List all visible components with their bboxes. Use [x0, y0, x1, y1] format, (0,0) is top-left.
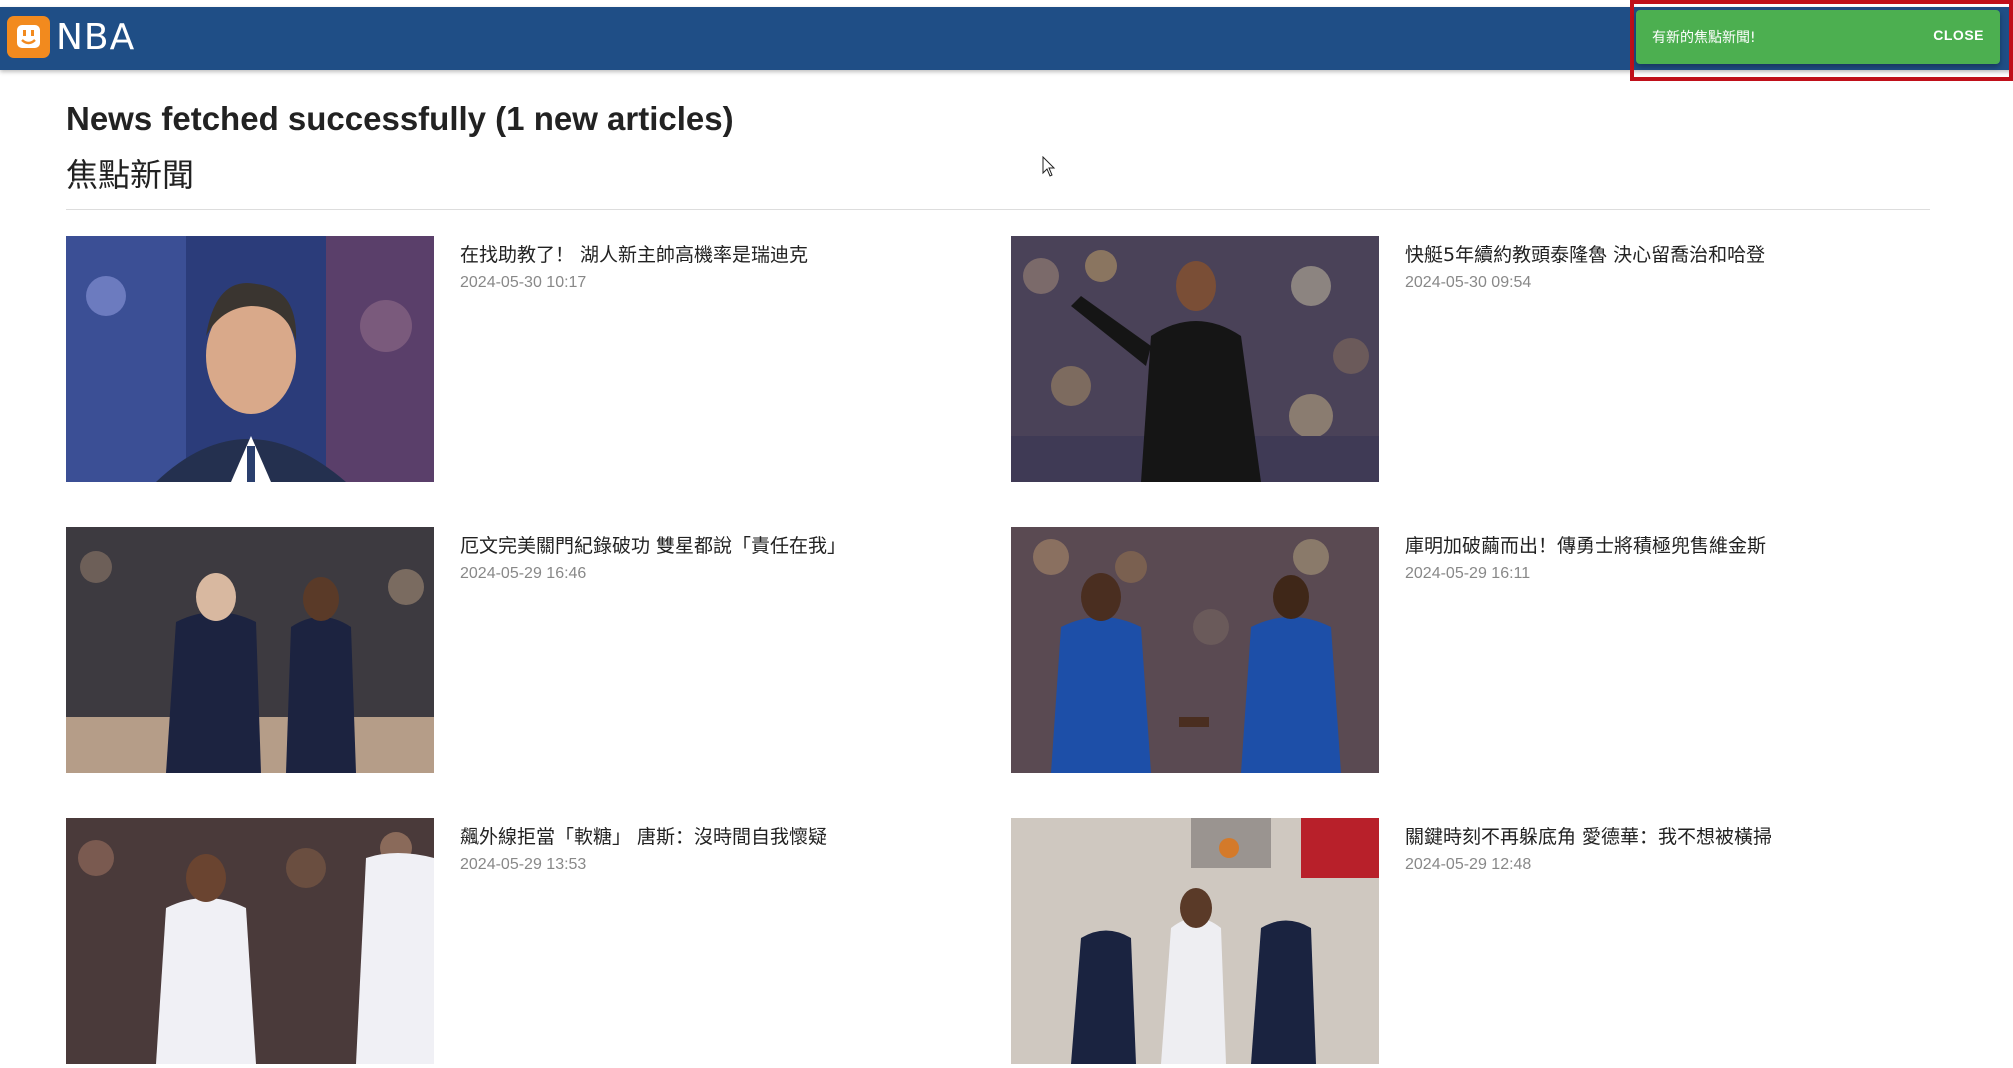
- article-title[interactable]: 快艇5年續約教頭泰隆魯 決心留喬治和哈登: [1405, 240, 1765, 267]
- article-image[interactable]: [66, 527, 434, 773]
- article-time: 2024-05-29 12:48: [1405, 856, 1532, 873]
- toast-close-button[interactable]: CLOSE: [1933, 27, 1984, 43]
- article-card[interactable]: 庫明加破繭而出！傳勇士將積極兜售維金斯 2024-05-29 16:11: [1011, 527, 1911, 777]
- article-card[interactable]: 飆外線拒當「軟糖」 唐斯：沒時間自我懷疑 2024-05-29 13:53: [66, 818, 966, 1068]
- app-logo-icon[interactable]: [7, 16, 50, 58]
- article-image[interactable]: [1011, 527, 1379, 773]
- article-card[interactable]: 快艇5年續約教頭泰隆魯 決心留喬治和哈登 2024-05-30 09:54: [1011, 236, 1911, 486]
- article-image[interactable]: [1011, 236, 1379, 482]
- toast-message: 有新的焦點新聞!: [1652, 30, 1756, 46]
- mouse-cursor-icon: [1042, 155, 1056, 183]
- app-brand[interactable]: NBA: [56, 18, 135, 58]
- article-card[interactable]: 在找助教了！ 湖人新主帥高機率是瑞迪克 2024-05-30 10:17: [66, 236, 966, 486]
- article-title[interactable]: 在找助教了！ 湖人新主帥高機率是瑞迪克: [460, 240, 808, 267]
- article-title[interactable]: 關鍵時刻不再躲底角 愛德華：我不想被橫掃: [1405, 822, 1772, 849]
- article-time: 2024-05-29 16:46: [460, 565, 587, 582]
- article-image[interactable]: [66, 818, 434, 1064]
- article-time: 2024-05-30 09:54: [1405, 274, 1532, 291]
- article-image[interactable]: [66, 236, 434, 482]
- article-image[interactable]: [1011, 818, 1379, 1064]
- divider: [66, 209, 1930, 210]
- article-title[interactable]: 庫明加破繭而出！傳勇士將積極兜售維金斯: [1405, 531, 1766, 558]
- status-heading: News fetched successfully (1 new article…: [66, 100, 734, 137]
- notification-toast: 有新的焦點新聞! CLOSE: [1636, 10, 2000, 64]
- article-time: 2024-05-29 16:11: [1405, 565, 1531, 582]
- article-time: 2024-05-30 10:17: [460, 274, 587, 291]
- article-time: 2024-05-29 13:53: [460, 856, 587, 873]
- article-card[interactable]: 關鍵時刻不再躲底角 愛德華：我不想被橫掃 2024-05-29 12:48: [1011, 818, 1911, 1068]
- article-title[interactable]: 厄文完美關門紀錄破功 雙星都說「責任在我」: [460, 531, 846, 558]
- section-title: 焦點新聞: [66, 156, 195, 194]
- article-title[interactable]: 飆外線拒當「軟糖」 唐斯：沒時間自我懷疑: [460, 822, 827, 849]
- article-card[interactable]: 厄文完美關門紀錄破功 雙星都說「責任在我」 2024-05-29 16:46: [66, 527, 966, 777]
